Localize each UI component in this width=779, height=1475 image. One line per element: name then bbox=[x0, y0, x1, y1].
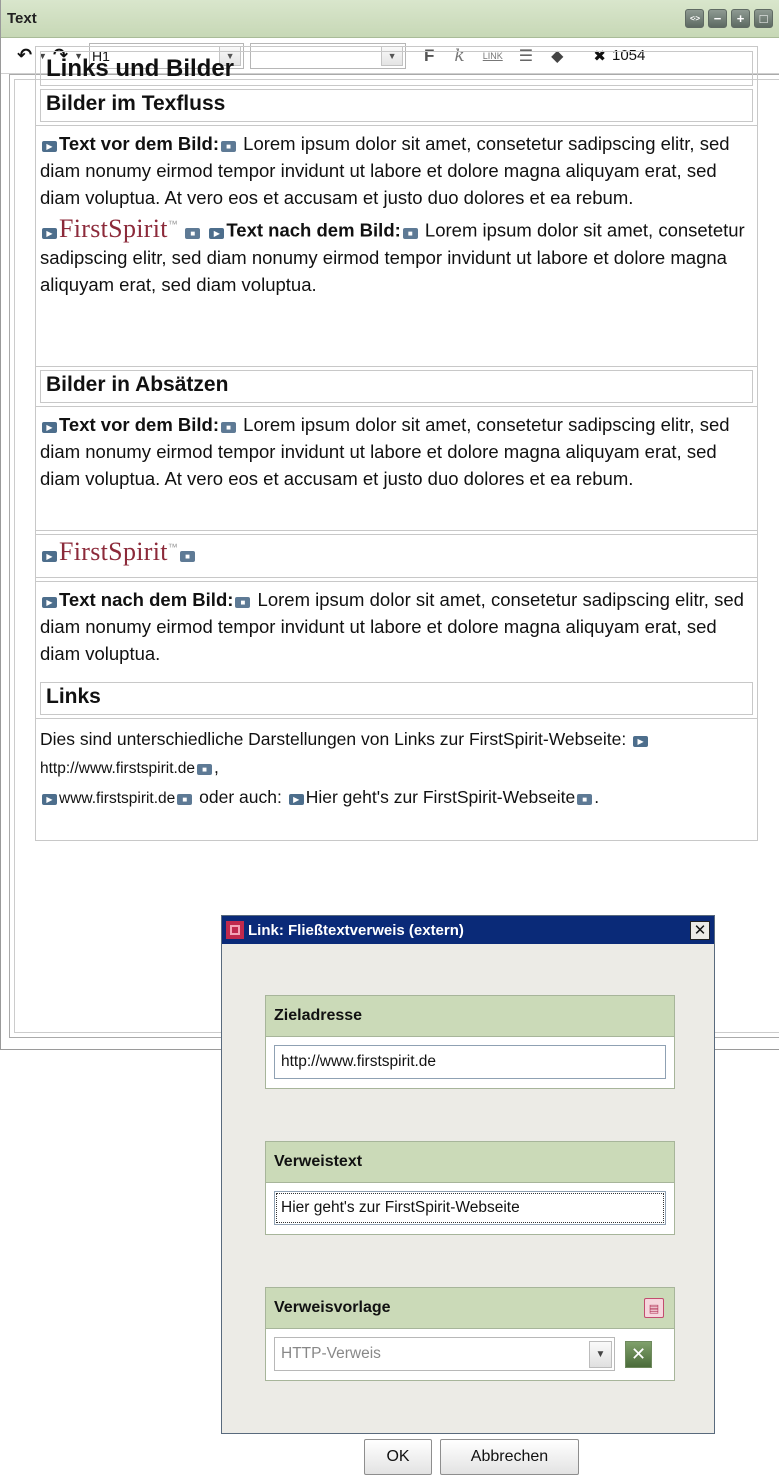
separator: , bbox=[214, 757, 219, 777]
panel-header: Text <·> − + □ bbox=[1, 0, 779, 38]
link-text-label: Verweistext bbox=[266, 1142, 674, 1183]
heading-1[interactable]: Links und Bilder bbox=[40, 51, 753, 86]
dialog-body: Zieladresse http://www.firstspirit.de Ve… bbox=[222, 944, 714, 1433]
panel-header-buttons: <·> − + □ bbox=[685, 9, 773, 28]
link-end-marker-icon: ■ bbox=[577, 794, 593, 805]
image-end-marker-icon: ■ bbox=[180, 551, 196, 562]
paragraph-links[interactable]: Dies sind unterschiedliche Darstellungen… bbox=[36, 718, 757, 840]
source-view-icon[interactable]: <·> bbox=[685, 9, 704, 28]
paragraph-image[interactable]: ▶ FirstSpirit™■ bbox=[36, 534, 757, 578]
firstspirit-logo[interactable]: FirstSpirit™ bbox=[59, 537, 178, 566]
dialog-titlebar[interactable]: Link: Fließtextverweis (extern) ✕ bbox=[222, 916, 714, 944]
end-dot: . bbox=[594, 787, 600, 807]
link-end-marker-icon: ■ bbox=[221, 422, 237, 433]
link-url[interactable]: http://www.firstspirit.de bbox=[40, 760, 195, 777]
link-text-input[interactable]: Hier geht's zur FirstSpirit-Webseite bbox=[274, 1191, 666, 1225]
link-domain[interactable]: www.firstspirit.de bbox=[59, 790, 175, 807]
paragraph-inline-image[interactable]: ▶ Text vor dem Bild: ■ Lorem ipsum dolor s… bbox=[36, 125, 757, 367]
minimize-icon[interactable]: − bbox=[708, 9, 727, 28]
expand-icon[interactable]: + bbox=[731, 9, 750, 28]
firstspirit-logo[interactable]: FirstSpirit™ bbox=[59, 214, 178, 243]
dialog-title: Link: Fließtextverweis (extern) bbox=[248, 921, 464, 939]
chevron-down-icon[interactable]: ▼ bbox=[589, 1341, 612, 1368]
target-address-input[interactable]: http://www.firstspirit.de bbox=[274, 1045, 666, 1079]
cancel-button[interactable]: Abbrechen bbox=[440, 1439, 579, 1475]
image-start-marker-icon: ▶ bbox=[42, 551, 57, 562]
link-template-group: Verweisvorlage ▤ HTTP-Verweis ▼ ✕ bbox=[265, 1287, 675, 1381]
link-start-marker-icon: ▶ bbox=[42, 422, 57, 433]
image-start-marker-icon: ▶ bbox=[42, 227, 57, 239]
link-text[interactable]: Hier geht's zur FirstSpirit-Webseite bbox=[306, 787, 575, 807]
target-address-label: Zieladresse bbox=[266, 996, 674, 1037]
text-after-label: Text nach dem Bild: bbox=[59, 589, 234, 610]
link-start-marker-icon: ▶ bbox=[42, 794, 57, 805]
image-end-marker-icon: ■ bbox=[185, 227, 201, 239]
link-template-select[interactable]: HTTP-Verweis ▼ bbox=[274, 1337, 615, 1371]
link-template-header: Verweisvorlage ▤ bbox=[266, 1288, 674, 1329]
or-also-text: oder auch: bbox=[199, 787, 282, 807]
paragraph-text-before[interactable]: ▶ Text vor dem Bild: ■ Lorem ipsum dolor s… bbox=[36, 406, 757, 531]
text-before-label: Text vor dem Bild: bbox=[59, 133, 220, 154]
link-start-marker-icon: ▶ bbox=[633, 736, 649, 747]
clear-template-button[interactable]: ✕ bbox=[625, 1340, 652, 1368]
text-after-label: Text nach dem Bild: bbox=[226, 219, 401, 241]
links-intro: Dies sind unterschiedliche Darstellungen… bbox=[40, 729, 627, 749]
document-body[interactable]: Links und Bilder Bilder im Texfluss ▶ Tex… bbox=[35, 46, 758, 841]
link-dialog: Link: Fließtextverweis (extern) ✕ Zielad… bbox=[221, 915, 715, 1475]
text-panel: Text <·> − + □ ↶ ▼ ↷ ▼ H1 ▼ ▼ F k LINK ☰… bbox=[0, 0, 779, 1050]
link-end-marker-icon: ■ bbox=[221, 141, 237, 152]
close-icon[interactable]: ✕ bbox=[690, 920, 710, 940]
maximize-icon[interactable]: □ bbox=[754, 9, 773, 28]
link-end-marker-icon: ■ bbox=[177, 794, 193, 805]
link-end-marker-icon: ■ bbox=[197, 764, 213, 775]
app-icon bbox=[226, 921, 244, 939]
section-heading[interactable]: Bilder im Texfluss bbox=[40, 89, 753, 122]
link-end-marker-icon: ■ bbox=[235, 597, 251, 608]
undo-icon[interactable]: ↶ bbox=[17, 45, 32, 66]
link-start-marker-icon: ▶ bbox=[42, 597, 57, 608]
link-start-marker-icon: ▶ bbox=[288, 794, 304, 805]
link-start-marker-icon: ▶ bbox=[42, 141, 57, 152]
link-end-marker-icon: ■ bbox=[402, 227, 418, 239]
panel-title: Text bbox=[7, 10, 37, 27]
link-template-label: Verweisvorlage bbox=[274, 1299, 391, 1316]
link-text-group: Verweistext Hier geht's zur FirstSpirit-… bbox=[265, 1141, 675, 1235]
section-heading[interactable]: Links bbox=[40, 682, 753, 715]
ok-button[interactable]: OK bbox=[364, 1439, 432, 1475]
link-template-value: HTTP-Verweis bbox=[281, 1345, 381, 1362]
target-address-group: Zieladresse http://www.firstspirit.de bbox=[265, 995, 675, 1089]
link-start-marker-icon: ▶ bbox=[209, 227, 225, 239]
section-heading[interactable]: Bilder in Absätzen bbox=[40, 370, 753, 403]
paragraph-text-after[interactable]: ▶ Text nach dem Bild: ■ Lorem ipsum dolor … bbox=[36, 581, 757, 679]
text-before-label: Text vor dem Bild: bbox=[59, 414, 220, 435]
document-icon[interactable]: ▤ bbox=[644, 1298, 664, 1318]
